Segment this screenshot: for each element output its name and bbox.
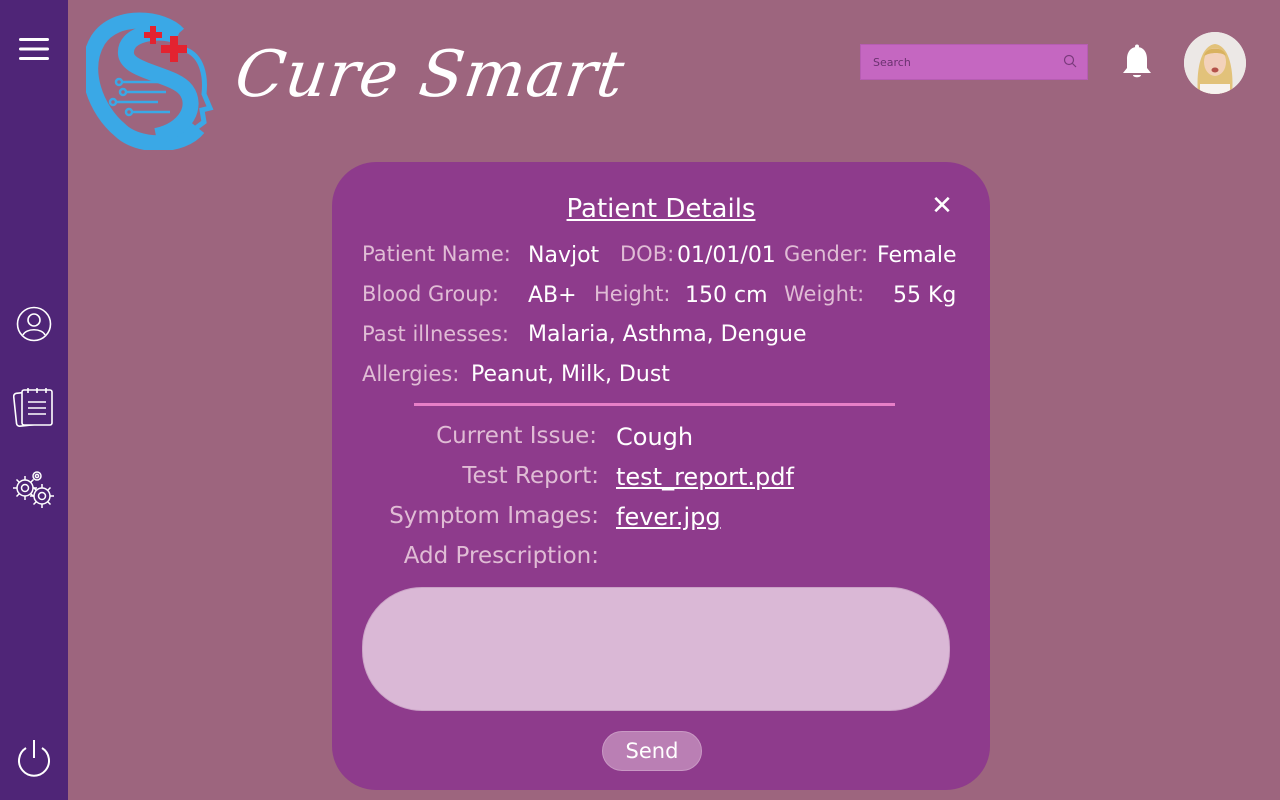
section-divider bbox=[414, 403, 895, 406]
brand-title: Cure Smart bbox=[230, 38, 630, 112]
test-report-link[interactable]: test_report.pdf bbox=[616, 463, 794, 491]
settings-gears-icon[interactable] bbox=[0, 470, 68, 512]
dob-label: DOB: bbox=[620, 242, 675, 266]
past-illnesses-value: Malaria, Asthma, Dengue bbox=[528, 322, 807, 347]
blood-group-label: Blood Group: bbox=[362, 282, 499, 306]
allergies-value: Peanut, Milk, Dust bbox=[471, 362, 670, 387]
test-report-label: Test Report: bbox=[462, 463, 599, 489]
power-icon[interactable] bbox=[0, 738, 68, 778]
gender-value: Female bbox=[877, 243, 957, 268]
search-icon[interactable] bbox=[1063, 53, 1077, 72]
user-profile-icon[interactable] bbox=[0, 306, 68, 342]
cure-smart-logo bbox=[82, 10, 216, 152]
dob-value: 01/01/01 bbox=[677, 243, 776, 268]
patient-name-value: Navjot bbox=[528, 243, 600, 268]
search-input[interactable] bbox=[873, 55, 1063, 69]
patient-name-label: Patient Name: bbox=[362, 242, 511, 266]
past-illnesses-label: Past illnesses: bbox=[362, 322, 509, 346]
sidebar bbox=[0, 0, 68, 800]
symptom-images-label: Symptom Images: bbox=[389, 503, 599, 529]
notification-bell-icon[interactable] bbox=[1120, 44, 1154, 84]
symptom-images-link[interactable]: fever.jpg bbox=[616, 503, 721, 531]
add-prescription-label: Add Prescription: bbox=[403, 543, 599, 569]
gender-label: Gender: bbox=[784, 242, 869, 266]
weight-value: 55 Kg bbox=[893, 283, 957, 308]
card-title: Patient Details bbox=[566, 194, 756, 224]
notepad-icon[interactable] bbox=[0, 386, 68, 428]
search-bar[interactable] bbox=[860, 44, 1088, 80]
patient-details-card: Patient Details ✕ Patient Name: Navjot D… bbox=[332, 162, 990, 790]
current-issue-value: Cough bbox=[616, 423, 694, 451]
prescription-textarea[interactable] bbox=[362, 587, 950, 711]
height-label: Height: bbox=[594, 282, 671, 306]
blood-group-value: AB+ bbox=[528, 283, 577, 308]
current-issue-label: Current Issue: bbox=[436, 423, 597, 449]
hamburger-menu-icon[interactable] bbox=[0, 36, 68, 62]
user-avatar[interactable] bbox=[1184, 32, 1246, 94]
weight-label: Weight: bbox=[784, 282, 865, 306]
height-value: 150 cm bbox=[685, 283, 768, 308]
allergies-label: Allergies: bbox=[362, 362, 460, 386]
close-icon[interactable]: ✕ bbox=[930, 193, 954, 219]
send-button[interactable]: Send bbox=[602, 731, 702, 771]
